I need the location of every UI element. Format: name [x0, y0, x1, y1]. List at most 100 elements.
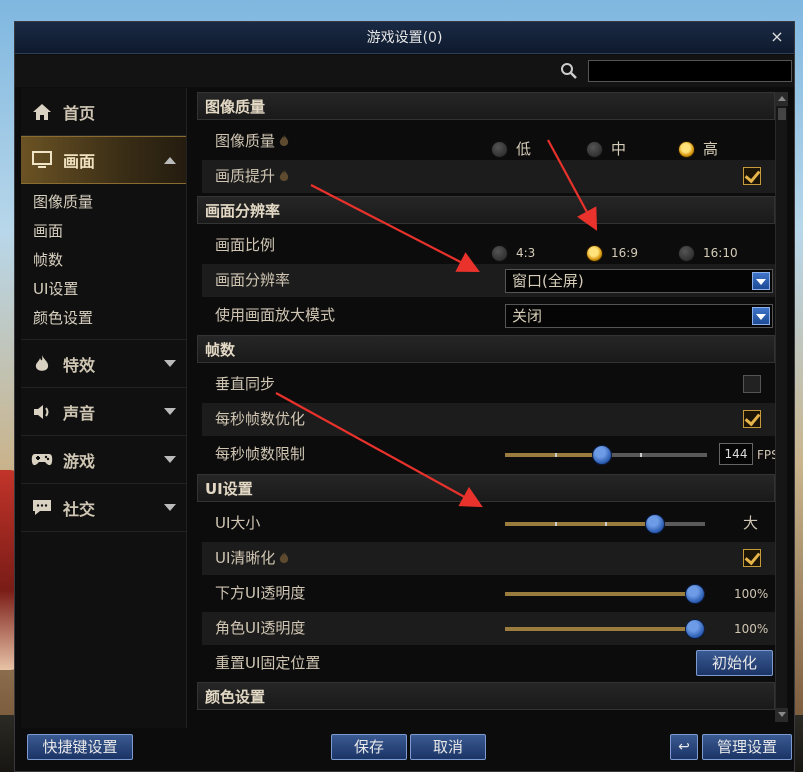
settings-dialog: 游戏设置(0) × 首页 画面 图像质量 画面 帧数 UI设置 颜色设置 特效 … — [14, 21, 795, 772]
sidebar: 首页 画面 图像质量 画面 帧数 UI设置 颜色设置 特效 声音 游戏 社交 — [21, 88, 187, 728]
slider-tick — [640, 453, 642, 457]
chevron-down-icon — [752, 307, 770, 325]
slider-fill — [505, 453, 602, 457]
chevron-down-icon — [164, 408, 176, 415]
radio-dot — [586, 141, 603, 158]
sidebar-item-label: 社交 — [63, 499, 96, 519]
fps-limit-slider[interactable] — [505, 445, 707, 465]
char-ui-opacity-value: 100% — [734, 622, 769, 636]
chevron-up-icon — [164, 157, 176, 164]
section-header-color: 颜色设置 — [197, 682, 775, 710]
setting-row-fps-optimize: 每秒帧数优化 — [202, 403, 775, 436]
manage-settings-button[interactable]: 管理设置 — [702, 734, 792, 760]
slider-knob[interactable] — [591, 445, 612, 465]
slider-fill — [505, 522, 655, 526]
slider-knob[interactable] — [645, 514, 665, 534]
section-header-ui: UI设置 — [197, 474, 775, 502]
subitem-ui-settings[interactable]: UI设置 — [21, 275, 186, 304]
slider-knob[interactable] — [685, 619, 705, 639]
setting-row-reset-ui: 重置UI固定位置 初始化 — [202, 647, 775, 680]
reset-icon-button[interactable]: ↩ — [670, 734, 698, 760]
sidebar-item-sound[interactable]: 声音 — [21, 388, 186, 436]
monitor-icon — [31, 150, 53, 170]
resolution-select[interactable]: 窗口(全屏) — [505, 269, 773, 293]
search-icon[interactable] — [560, 62, 578, 80]
slider-tick — [555, 453, 557, 457]
settings-content: 图像质量 图像质量 低 中 高 画质提升 画面分辨率 画面比例 4:3 16:9… — [189, 88, 791, 728]
slider-knob[interactable] — [685, 584, 705, 604]
setting-row-image-quality: 图像质量 低 中 高 — [202, 125, 775, 158]
radio-dot — [678, 245, 695, 262]
radio-dot — [678, 141, 695, 158]
section-header-image-quality: 图像质量 — [197, 92, 775, 120]
bottom-ui-opacity-slider[interactable] — [505, 584, 705, 604]
fps-optimize-checkbox[interactable] — [743, 410, 761, 428]
setting-label: 每秒帧数优化 — [215, 410, 306, 428]
flame-icon — [279, 134, 289, 146]
sidebar-item-social[interactable]: 社交 — [21, 484, 186, 532]
setting-label: 使用画面放大模式 — [215, 306, 336, 324]
save-button[interactable]: 保存 — [331, 734, 407, 760]
char-ui-opacity-slider[interactable] — [505, 619, 705, 639]
cancel-button[interactable]: 取消 — [410, 734, 486, 760]
select-value: 窗口(全屏) — [512, 272, 584, 290]
setting-row-bottom-ui-opacity: 下方UI透明度 100% — [202, 577, 775, 610]
setting-label: 画面比例 — [215, 236, 276, 254]
sidebar-item-label: 首页 — [63, 103, 96, 123]
chevron-down-icon — [164, 456, 176, 463]
chevron-down-icon — [752, 272, 770, 290]
flame-icon — [31, 354, 53, 374]
reset-ui-button[interactable]: 初始化 — [696, 650, 773, 676]
sidebar-item-display[interactable]: 画面 — [21, 136, 186, 184]
sidebar-item-game[interactable]: 游戏 — [21, 436, 186, 484]
gamepad-icon — [31, 450, 53, 470]
section-header-framerate: 帧数 — [197, 335, 775, 363]
radio-dot — [491, 141, 508, 158]
setting-row-quality-boost: 画质提升 — [202, 160, 775, 193]
sidebar-item-home[interactable]: 首页 — [21, 88, 186, 136]
undo-icon: ↩ — [678, 739, 690, 755]
setting-label: 重置UI固定位置 — [215, 654, 321, 672]
scroll-thumb[interactable] — [778, 108, 786, 120]
chevron-down-icon — [164, 504, 176, 511]
subitem-display[interactable]: 画面 — [21, 217, 186, 246]
ui-clarity-checkbox[interactable] — [743, 549, 761, 567]
setting-row-ui-clarity: UI清晰化 — [202, 542, 775, 575]
setting-row-fps-limit: 每秒帧数限制 144 FPS — [202, 438, 779, 471]
vsync-checkbox[interactable] — [743, 375, 761, 393]
close-icon: × — [770, 27, 784, 46]
title-bar: 游戏设置(0) × — [15, 22, 794, 54]
sidebar-item-effects[interactable]: 特效 — [21, 340, 186, 388]
flame-icon — [279, 169, 289, 181]
sidebar-item-label: 游戏 — [63, 451, 96, 471]
home-icon — [31, 102, 53, 122]
quality-boost-checkbox[interactable] — [743, 167, 761, 185]
setting-label: UI大小 — [215, 514, 261, 532]
ui-size-value: 大 — [743, 514, 759, 532]
setting-label: 画面分辨率 — [215, 271, 291, 289]
ui-size-slider[interactable] — [505, 514, 705, 534]
search-input[interactable] — [588, 60, 792, 82]
slider-fill — [505, 627, 705, 631]
search-bar — [15, 55, 794, 87]
scroll-up-icon[interactable] — [776, 92, 788, 106]
scroll-down-icon[interactable] — [776, 708, 788, 722]
close-button[interactable]: × — [766, 26, 788, 48]
display-submenu: 图像质量 画面 帧数 UI设置 颜色设置 — [21, 184, 186, 340]
subitem-framerate[interactable]: 帧数 — [21, 246, 186, 275]
dialog-title: 游戏设置(0) — [366, 30, 443, 46]
flame-icon — [280, 551, 289, 563]
chevron-down-icon — [164, 360, 176, 367]
slider-fill — [505, 592, 705, 596]
dialog-footer: 快捷键设置 保存 取消 ↩ 管理设置 — [15, 732, 796, 772]
fps-limit-value[interactable]: 144 — [719, 443, 753, 465]
subitem-image-quality[interactable]: 图像质量 — [21, 188, 186, 217]
shortcut-settings-button[interactable]: 快捷键设置 — [27, 734, 133, 760]
slider-tick — [605, 522, 607, 526]
content-scrollbar[interactable] — [775, 92, 788, 722]
setting-label: UI清晰化 — [215, 549, 276, 567]
subitem-color-settings[interactable]: 颜色设置 — [21, 304, 186, 333]
select-value: 关闭 — [512, 307, 543, 325]
setting-row-aspect-ratio: 画面比例 4:3 16:9 16:10 — [202, 229, 775, 262]
zoom-mode-select[interactable]: 关闭 — [505, 304, 773, 328]
